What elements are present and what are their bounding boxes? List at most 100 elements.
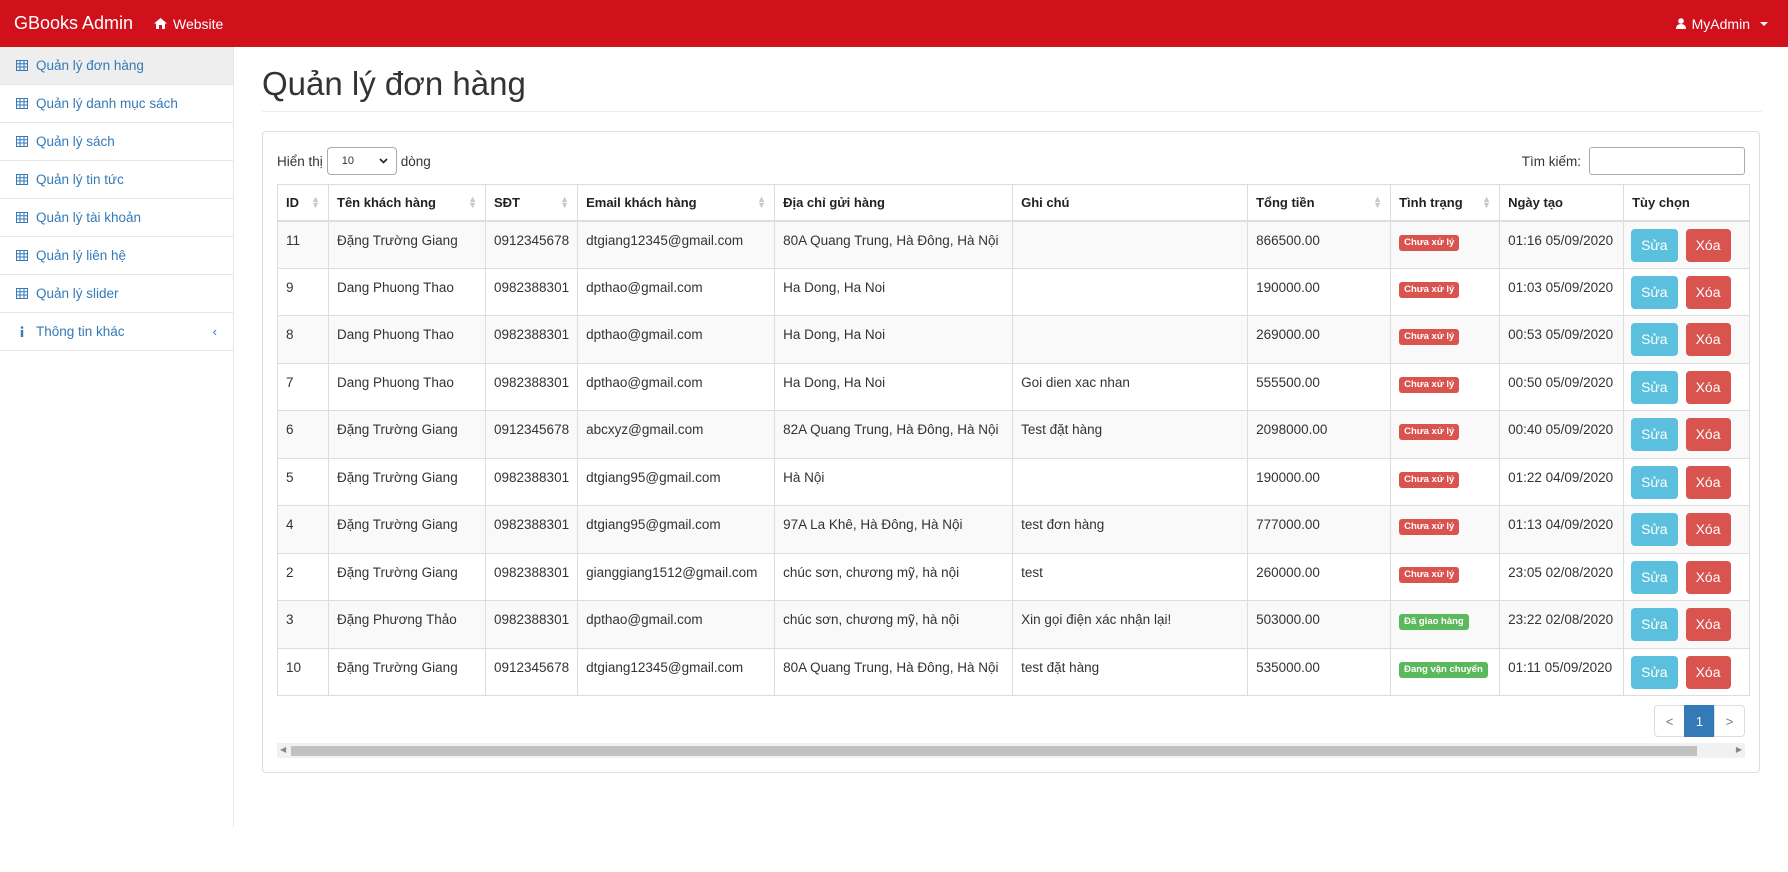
cell-id: 10	[277, 647, 329, 696]
cell-address: 80A Quang Trung, Hà Đông, Hà Nội	[774, 220, 1014, 269]
status-badge: Đang vận chuyển	[1399, 661, 1488, 678]
edit-button[interactable]: Sửa	[1631, 513, 1678, 546]
cell-options: Sửa Xóa	[1623, 647, 1751, 696]
table-icon	[16, 288, 28, 299]
cell-date: 23:22 02/08/2020	[1499, 600, 1625, 649]
sidebar-item-orders[interactable]: Quản lý đơn hàng	[0, 47, 233, 85]
cell-name: Dang Phuong Thao	[328, 362, 486, 411]
sidebar-item-contacts[interactable]: Quản lý liên hệ	[0, 237, 233, 275]
table-icon	[16, 212, 28, 223]
delete-button[interactable]: Xóa	[1685, 323, 1731, 356]
cell-name: Dang Phuong Thao	[328, 267, 486, 316]
pagination-prev[interactable]: <	[1654, 705, 1685, 737]
scroll-right-icon[interactable]: ▶	[1736, 745, 1742, 754]
orders-table-body: 11 Đặng Trường Giang 0912345678 dtgiang1234…	[277, 220, 1751, 696]
cell-address: Ha Dong, Ha Noi	[774, 267, 1014, 316]
edit-button[interactable]: Sửa	[1631, 228, 1678, 262]
delete-button[interactable]: Xóa	[1685, 228, 1731, 262]
column-header-label: Ngày tạo	[1508, 194, 1563, 210]
table-row: 2 Đặng Trường Giang 0982388301 gianggiang15…	[277, 552, 1751, 601]
edit-button[interactable]: Sửa	[1631, 275, 1678, 309]
sidebar-item-slider[interactable]: Quản lý slider	[0, 275, 233, 313]
column-header-label: SĐT	[494, 194, 520, 210]
cell-phone: 0982388301	[484, 457, 579, 506]
sort-icon: ▲ ▼	[560, 194, 570, 210]
column-header-id[interactable]: ID ▲ ▼	[277, 184, 329, 222]
sidebar-item-label: Quản lý danh mục sách	[36, 96, 178, 111]
cell-total: 535000.00	[1247, 647, 1392, 696]
column-header-date[interactable]: Ngày tạo	[1499, 184, 1625, 222]
cell-address: 97A La Khê, Hà Đông, Hà Nội	[774, 505, 1014, 554]
scrollbar-thumb[interactable]	[291, 746, 1697, 756]
sidebar-item-categories[interactable]: Quản lý danh mục sách	[0, 85, 233, 123]
user-menu[interactable]: MyAdmin	[1675, 0, 1768, 47]
horizontal-scrollbar[interactable]: ◀ ▶	[277, 743, 1745, 758]
delete-button[interactable]: Xóa	[1685, 465, 1731, 499]
cell-status: Chưa xử lý	[1390, 220, 1501, 269]
cell-id: 5	[277, 457, 329, 506]
cell-note	[1012, 267, 1249, 316]
column-header-total[interactable]: Tổng tiền ▲ ▼	[1247, 184, 1392, 222]
delete-button[interactable]: Xóa	[1685, 275, 1731, 309]
column-header-note[interactable]: Ghi chú	[1012, 184, 1249, 222]
cell-status: Đang vận chuyển	[1390, 647, 1501, 696]
cell-status: Đã giao hàng	[1390, 600, 1501, 649]
cell-name: Đặng Trường Giang	[328, 410, 486, 459]
cell-name: Đặng Trường Giang	[328, 457, 486, 506]
website-link[interactable]: Website	[154, 16, 223, 32]
main-content: Quản lý đơn hàng Hiển thị 10 dòng Tìm ki…	[262, 47, 1762, 773]
edit-button[interactable]: Sửa	[1631, 465, 1678, 499]
column-header-label: Ghi chú	[1021, 194, 1070, 210]
column-header-label: Tổng tiền	[1256, 194, 1315, 210]
chevron-left-icon[interactable]: ‹	[213, 324, 217, 339]
search-input[interactable]	[1589, 147, 1745, 175]
column-header-phone[interactable]: SĐT ▲ ▼	[484, 184, 579, 222]
edit-button[interactable]: Sửa	[1631, 608, 1678, 641]
edit-button[interactable]: Sửa	[1631, 560, 1678, 594]
cell-note: Test đặt hàng	[1012, 410, 1249, 459]
delete-button[interactable]: Xóa	[1685, 513, 1731, 546]
column-header-address[interactable]: Địa chỉ gửi hàng	[774, 184, 1014, 222]
pagination-page-1[interactable]: 1	[1684, 705, 1715, 737]
table-row: 5 Đặng Trường Giang 0982388301 dtgiang95@gm…	[277, 457, 1751, 506]
top-navbar: GBooks Admin Website MyAdmin	[0, 0, 1788, 47]
delete-button[interactable]: Xóa	[1685, 370, 1731, 404]
cell-options: Sửa Xóa	[1623, 267, 1751, 316]
delete-button[interactable]: Xóa	[1685, 655, 1731, 689]
sidebar-item-label: Quản lý liên hệ	[36, 248, 127, 263]
length-control: Hiển thị 10 dòng	[277, 147, 431, 175]
scroll-left-icon[interactable]: ◀	[280, 745, 286, 754]
table-icon	[16, 60, 28, 71]
brand-link[interactable]: GBooks Admin	[0, 13, 152, 34]
table-row: 7 Dang Phuong Thao 0982388301 dpthao@gmail.…	[277, 362, 1751, 411]
cell-email: dtgiang12345@gmail.com	[577, 220, 776, 269]
cell-email: dtgiang95@gmail.com	[577, 505, 776, 554]
delete-button[interactable]: Xóa	[1685, 560, 1731, 594]
cell-email: dpthao@gmail.com	[577, 362, 776, 411]
column-header-name[interactable]: Tên khách hàng ▲ ▼	[328, 184, 486, 222]
sidebar-item-books[interactable]: Quản lý sách	[0, 123, 233, 161]
edit-button[interactable]: Sửa	[1631, 370, 1678, 404]
pagination: < 1 >	[1654, 705, 1745, 737]
edit-button[interactable]: Sửa	[1631, 418, 1678, 451]
cell-options: Sửa Xóa	[1623, 600, 1751, 649]
sidebar-item-other-info[interactable]: Thông tin khác ‹	[0, 313, 233, 351]
cell-name: Đặng Trường Giang	[328, 647, 486, 696]
cell-phone: 0912345678	[484, 647, 579, 696]
cell-options: Sửa Xóa	[1623, 505, 1751, 554]
column-header-email[interactable]: Email khách hàng ▲ ▼	[577, 184, 776, 222]
edit-button[interactable]: Sửa	[1631, 655, 1678, 689]
delete-button[interactable]: Xóa	[1685, 608, 1731, 641]
cell-email: dpthao@gmail.com	[577, 600, 776, 649]
pagination-next[interactable]: >	[1714, 705, 1745, 737]
cell-status: Chưa xử lý	[1390, 362, 1501, 411]
delete-button[interactable]: Xóa	[1685, 418, 1731, 451]
sidebar-item-accounts[interactable]: Quản lý tài khoản	[0, 199, 233, 237]
sidebar-item-news[interactable]: Quản lý tin tức	[0, 161, 233, 199]
sort-icon: ▲ ▼	[311, 194, 320, 210]
table-icon	[16, 250, 28, 261]
edit-button[interactable]: Sửa	[1631, 323, 1678, 356]
column-header-status[interactable]: Tình trạng ▲ ▼	[1390, 184, 1501, 222]
cell-date: 01:13 04/09/2020	[1499, 505, 1625, 554]
page-length-select[interactable]: 10	[326, 147, 397, 175]
